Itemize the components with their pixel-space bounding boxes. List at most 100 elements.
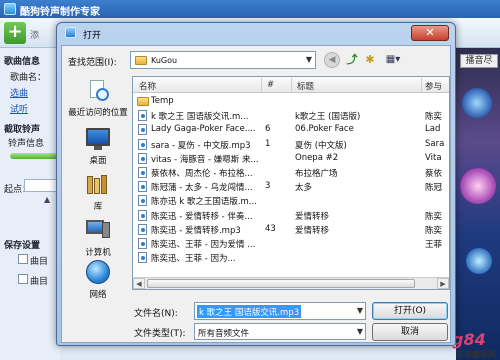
file-num-cell: 1 bbox=[265, 138, 271, 149]
back-icon[interactable]: ◀ bbox=[324, 52, 340, 68]
file-type-value: 所有音频文件 bbox=[198, 329, 250, 339]
audio-file-icon bbox=[138, 110, 147, 122]
ringtone-range-slider[interactable] bbox=[10, 153, 60, 159]
scroll-thumb[interactable] bbox=[147, 279, 415, 288]
add-label: 添 bbox=[30, 31, 40, 41]
cancel-button[interactable]: 取消 bbox=[372, 323, 448, 341]
places-bar: 最近访问的位置 桌面 库 计算机 网络 bbox=[66, 76, 130, 300]
select-song-link[interactable]: 选曲 bbox=[10, 86, 28, 99]
up-folder-icon[interactable]: ⤴ bbox=[344, 52, 360, 68]
watermark-logo: g84 bbox=[452, 330, 486, 349]
dialog-titlebar[interactable]: 打开 ✕ bbox=[57, 23, 455, 43]
column-number[interactable]: # bbox=[267, 80, 274, 90]
artwork-glow-3 bbox=[466, 248, 492, 274]
audio-file-icon bbox=[138, 124, 147, 136]
network-icon bbox=[86, 260, 110, 284]
file-name-input[interactable]: k 歌之王 国语版交讯.mp3 ▼ bbox=[194, 302, 366, 320]
file-row[interactable]: 陈亦迅 k 歌之王国语版.m... bbox=[133, 193, 449, 207]
close-button[interactable]: ✕ bbox=[411, 25, 449, 41]
start-spin-icon[interactable]: ▲ bbox=[44, 195, 50, 204]
scroll-left-icon[interactable]: ◀ bbox=[133, 278, 145, 289]
place-recent[interactable]: 最近访问的位置 bbox=[66, 76, 130, 122]
save-option-checkbox-2[interactable] bbox=[18, 274, 28, 284]
app-titlebar: 酷狗铃声制作专家 bbox=[0, 0, 500, 18]
dialog-body: 查找范围(I): KuGou ▼ ◀ ⤴ ✱ ▦▾ 最近访问的位置 桌面 库 计… bbox=[61, 45, 451, 343]
file-name-cell: 陈奕迅 - 爱情转移 - 伴奏... bbox=[151, 211, 253, 222]
start-time-input[interactable] bbox=[24, 179, 60, 192]
ringtone-info-label: 铃声信息 bbox=[8, 139, 45, 149]
file-row[interactable]: 陈奕迅、王菲 - 因为爱情 ... 王菲 bbox=[133, 236, 449, 250]
app-logo-icon bbox=[4, 3, 16, 15]
column-artist[interactable]: 参与 bbox=[425, 80, 442, 92]
column-name[interactable]: 名称 bbox=[139, 80, 156, 92]
file-type-label: 文件类型(T): bbox=[134, 329, 186, 339]
audio-file-icon bbox=[138, 209, 147, 221]
file-row[interactable]: vitas - 海豚音 - 嫌嗯斯 来... Onepa #2 Vita bbox=[133, 151, 449, 165]
scroll-right-icon[interactable]: ▶ bbox=[437, 278, 449, 289]
dialog-app-icon bbox=[65, 27, 76, 38]
file-row[interactable]: sara - 夏伤 - 中文版.mp3 1 夏伤 (中文版) Sara bbox=[133, 137, 449, 151]
file-type-select[interactable]: 所有音频文件 ▼ bbox=[194, 323, 366, 340]
audio-file-icon bbox=[138, 252, 147, 264]
column-title[interactable]: 标题 bbox=[297, 80, 314, 92]
place-label-libraries: 库 bbox=[93, 202, 103, 212]
file-name-cell: 蔡依林、周杰伦 - 布拉格... bbox=[151, 169, 253, 179]
libraries-icon bbox=[86, 174, 110, 194]
dialog-title: 打开 bbox=[83, 31, 102, 41]
file-artist-cell: 陈奕 bbox=[425, 112, 443, 123]
file-title-cell: 太多 bbox=[295, 183, 313, 194]
open-file-dialog: 打开 ✕ 查找范围(I): KuGou ▼ ◀ ⤴ ✱ ▦▾ 最近访问的位置 桌… bbox=[56, 22, 456, 346]
file-name-cell: Temp bbox=[151, 96, 174, 106]
file-title-cell: 爱情转移 bbox=[295, 225, 330, 236]
horizontal-scrollbar[interactable]: ◀ ▶ bbox=[133, 277, 449, 289]
add-icon[interactable]: + bbox=[4, 22, 26, 44]
place-computer[interactable]: 计算机 bbox=[66, 216, 130, 262]
place-libraries[interactable]: 库 bbox=[66, 170, 130, 216]
app-right-button[interactable]: 播音尽 bbox=[460, 54, 498, 68]
file-num-cell: 3 bbox=[265, 181, 271, 192]
place-desktop[interactable]: 桌面 bbox=[66, 124, 130, 170]
save-option-label-2: 曲目 bbox=[30, 277, 49, 287]
file-row[interactable]: 陈奕迅 - 爱情转移 - 伴奏... 爱情转移 陈奕 bbox=[133, 208, 449, 222]
file-artist-cell: 蔡依 bbox=[425, 169, 443, 179]
place-network[interactable]: 网络 bbox=[66, 258, 130, 304]
file-artist-cell: 陈奕 bbox=[425, 225, 443, 236]
file-artist-cell: 王菲 bbox=[425, 240, 443, 250]
app-title: 酷狗铃声制作专家 bbox=[20, 7, 100, 18]
chevron-down-icon[interactable]: ▼ bbox=[357, 306, 363, 315]
view-menu-icon[interactable]: ▦▾ bbox=[382, 52, 404, 68]
open-button[interactable]: 打开(O) bbox=[372, 302, 448, 320]
save-option-checkbox-1[interactable] bbox=[18, 254, 28, 264]
artwork-glow-2 bbox=[460, 168, 496, 204]
recent-places-icon bbox=[88, 80, 109, 102]
audio-file-icon bbox=[138, 181, 147, 193]
file-row[interactable]: k 歌之王 国语版交讯.m... k歌之王 (国语版) 陈奕 bbox=[133, 108, 449, 123]
app-right-artwork: 播音尽 bbox=[456, 48, 500, 360]
file-row[interactable]: 陈奕迅、王菲 - 因为... bbox=[133, 250, 449, 264]
preview-link[interactable]: 试听 bbox=[10, 102, 28, 115]
place-label-network: 网络 bbox=[89, 290, 107, 300]
file-name-value: k 歌之王 国语版交讯.mp3 bbox=[197, 305, 302, 318]
folder-row[interactable]: Temp bbox=[133, 94, 449, 108]
file-row[interactable]: 蔡依林、周杰伦 - 布拉格... 布拉格广场 蔡依 bbox=[133, 165, 449, 179]
file-num-cell: 43 bbox=[265, 223, 276, 234]
look-in-combo[interactable]: KuGou ▼ bbox=[130, 51, 316, 69]
watermark-subtext: 连用教程网 bbox=[456, 350, 496, 359]
file-artist-cell: Sara bbox=[425, 138, 445, 149]
song-name-label: 歌曲名： bbox=[10, 73, 47, 83]
audio-file-icon bbox=[138, 152, 147, 164]
file-list[interactable]: 名称 # 标题 参与 Temp k 歌之王 国语版交讯.m... k歌之王 (国语版… bbox=[132, 76, 450, 290]
file-name-cell: k 歌之王 国语版交讯.m... bbox=[151, 112, 249, 123]
audio-file-icon bbox=[138, 223, 147, 235]
folder-icon bbox=[137, 97, 149, 106]
file-row[interactable]: 陈奕迅 - 爱情转移.mp3 43 爱情转移 陈奕 bbox=[133, 222, 449, 236]
place-label-recent: 最近访问的位置 bbox=[68, 108, 128, 118]
file-artist-cell: 陈冠 bbox=[425, 183, 443, 194]
file-row[interactable]: Lady Gaga-Poker Face.... 6 06.Poker Face La… bbox=[133, 122, 449, 136]
chevron-down-icon[interactable]: ▼ bbox=[357, 327, 363, 336]
file-row[interactable]: 陈冠蒲 - 太多 - 乌龙闯情... 3 太多 陈冠 bbox=[133, 179, 449, 194]
place-label-computer: 计算机 bbox=[85, 248, 111, 258]
chevron-down-icon[interactable]: ▼ bbox=[306, 55, 312, 64]
new-folder-icon[interactable]: ✱ bbox=[362, 52, 378, 68]
save-settings-heading: 保存设置 bbox=[4, 241, 41, 251]
